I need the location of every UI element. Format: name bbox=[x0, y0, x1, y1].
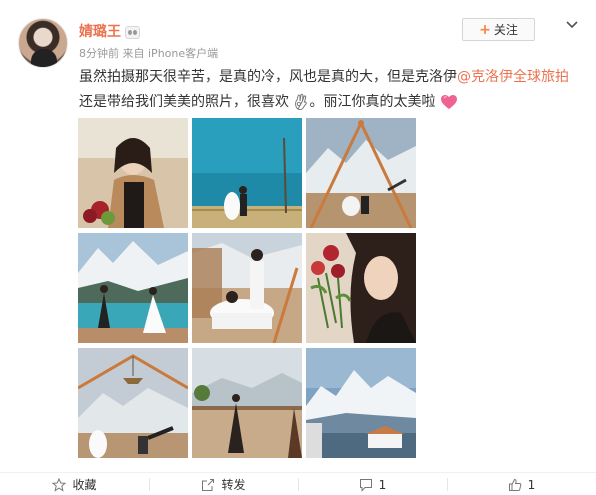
photo-woman-with-roses[interactable] bbox=[306, 233, 416, 343]
post-action-bar: 收藏 转发 1 1 bbox=[0, 472, 596, 495]
favorite-label: 收藏 bbox=[72, 478, 97, 492]
weibo-post-card: 婧璐王 8分钟前 来自 iPhone客户端 + 关注 虽然拍摄那天很辛苦，是真的… bbox=[0, 0, 596, 495]
post-meta: 8分钟前 来自 iPhone客户端 bbox=[79, 46, 218, 62]
mention-link[interactable]: @克洛伊全球旅拍 bbox=[457, 69, 569, 85]
like-button[interactable]: 1 bbox=[447, 473, 596, 495]
plus-icon: + bbox=[479, 21, 491, 38]
like-count: 1 bbox=[527, 477, 536, 492]
username-link[interactable]: 婧璐王 bbox=[79, 22, 121, 42]
post-text-line1: 虽然拍摄那天很辛苦，是真的冷，风也是真的大，但是克洛伊 bbox=[79, 69, 457, 85]
user-avatar[interactable] bbox=[18, 18, 68, 68]
photo-grid bbox=[78, 118, 417, 458]
photo-snow-mountain-lake-couple[interactable] bbox=[78, 233, 188, 343]
star-icon bbox=[52, 477, 67, 492]
photo-bride-portrait-flowers[interactable] bbox=[78, 118, 188, 228]
post-source[interactable]: iPhone客户端 bbox=[148, 47, 218, 60]
comment-count: 1 bbox=[378, 477, 387, 492]
post-text: 虽然拍摄那天很辛苦，是真的冷，风也是真的大，但是克洛伊@克洛伊全球旅拍 还是带给… bbox=[79, 65, 579, 115]
comment-button[interactable]: 1 bbox=[298, 473, 447, 495]
photo-lake-dock-couple[interactable] bbox=[192, 118, 302, 228]
follow-label: 关注 bbox=[493, 23, 518, 37]
chevron-down-icon[interactable] bbox=[564, 17, 580, 33]
repost-label: 转发 bbox=[221, 478, 246, 492]
photo-chandelier-telescope-couple[interactable] bbox=[78, 348, 188, 458]
photo-terrace-couple-mountains[interactable] bbox=[192, 348, 302, 458]
follow-button[interactable]: + 关注 bbox=[462, 18, 535, 41]
ok-hand-emoji-icon bbox=[295, 93, 308, 111]
post-text-line2: 还是带给我们美美的照片，很喜欢 bbox=[79, 94, 289, 110]
photo-bathtub-couple[interactable] bbox=[192, 233, 302, 343]
repost-icon bbox=[202, 478, 215, 491]
thumbs-up-icon bbox=[508, 478, 522, 491]
photo-mountain-frame-couple[interactable] bbox=[306, 118, 416, 228]
vip-badge-icon[interactable] bbox=[125, 26, 140, 39]
post-text-line2-end: 。丽江你真的太美啦 bbox=[309, 94, 436, 110]
comment-icon bbox=[359, 478, 372, 492]
photo-snow-mountain-house[interactable] bbox=[306, 348, 416, 458]
heart-emoji-icon bbox=[440, 95, 457, 109]
repost-button[interactable]: 转发 bbox=[149, 473, 298, 495]
favorite-button[interactable]: 收藏 bbox=[0, 473, 149, 495]
source-prefix: 来自 bbox=[122, 47, 145, 60]
post-time[interactable]: 8分钟前 bbox=[79, 47, 119, 60]
